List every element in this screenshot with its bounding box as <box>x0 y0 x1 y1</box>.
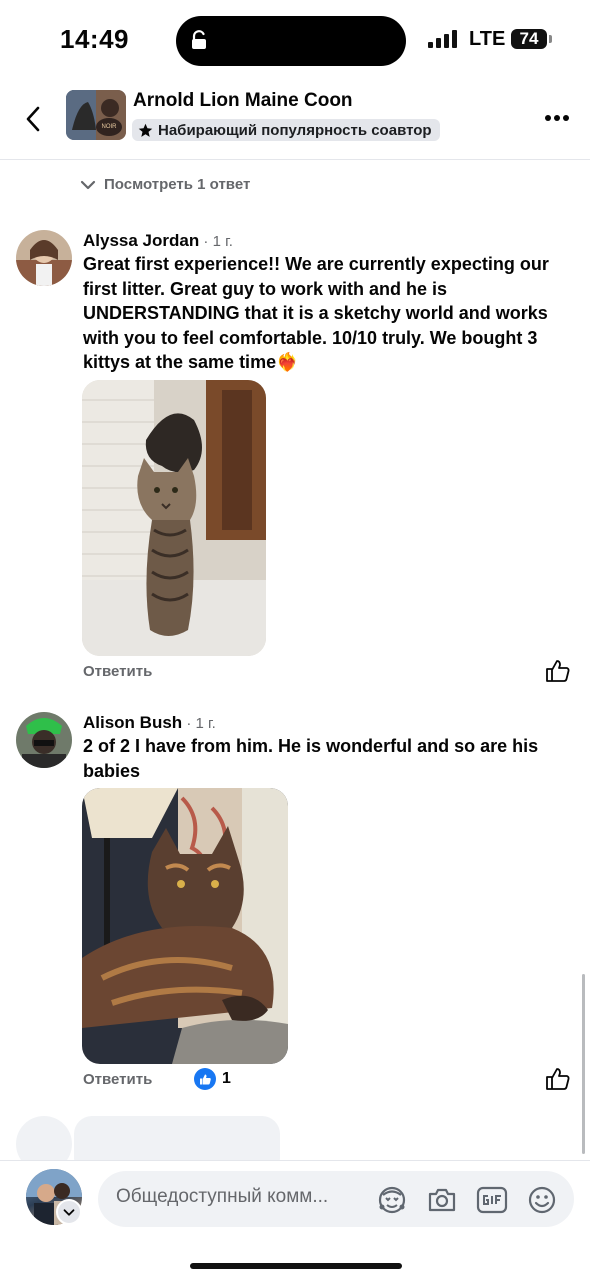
status-time: 14:49 <box>60 24 129 54</box>
dynamic-island <box>176 16 406 66</box>
avatar-image <box>16 230 72 286</box>
comment-avatar[interactable] <box>16 230 72 286</box>
reaction-count-label: 1 <box>222 1070 231 1087</box>
comment-time: · 1 г. <box>199 233 233 250</box>
like-reaction-icon <box>194 1068 216 1090</box>
avatar-image <box>16 712 72 768</box>
account-switch-button[interactable] <box>56 1199 82 1225</box>
emoji-icon[interactable] <box>526 1185 558 1215</box>
home-indicator <box>190 1263 402 1269</box>
status-bar: 14:49 LTE 74 <box>0 0 590 80</box>
comment-composer <box>0 1160 590 1280</box>
avatar-frame-icon[interactable] <box>376 1185 408 1215</box>
more-icon[interactable] <box>544 114 570 122</box>
comment-time: · 1 г. <box>182 715 216 732</box>
cat-photo <box>82 380 266 656</box>
comment-input[interactable] <box>116 1186 366 1208</box>
star-icon <box>138 123 153 137</box>
reply-button[interactable]: Ответить <box>83 1071 152 1088</box>
comment-text: Great first experience!! We are currentl… <box>83 254 549 372</box>
gif-icon[interactable] <box>476 1185 508 1215</box>
view-replies-button[interactable]: Посмотреть 1 ответ <box>80 176 250 193</box>
avatar-logo: NOIR <box>96 118 122 136</box>
like-icon[interactable] <box>545 1067 571 1091</box>
comment-text: 2 of 2 I have from him. He is wonderful … <box>83 736 539 781</box>
comment-box[interactable] <box>98 1171 574 1227</box>
chevron-down-icon <box>63 1208 75 1216</box>
author-name[interactable]: Alison Bush <box>83 713 182 732</box>
role-badge-label: Набирающий популярность соавтор <box>158 121 432 139</box>
chevron-down-icon <box>80 180 96 189</box>
view-replies-label: Посмотреть 1 ответ <box>104 176 251 193</box>
cat-photo <box>82 788 288 1064</box>
comment-author[interactable]: Alison Bush · 1 г. <box>83 713 216 733</box>
page-avatar[interactable]: NOIR <box>66 90 126 140</box>
page-title[interactable]: Arnold Lion Maine Coon <box>133 90 353 112</box>
battery-tip <box>549 35 552 43</box>
back-arrow-icon[interactable] <box>20 102 48 136</box>
page-header: NOIR Arnold Lion Maine Coon Набирающий п… <box>0 80 590 160</box>
reaction-count[interactable]: 1 <box>194 1068 231 1090</box>
signal-icon <box>428 30 457 48</box>
battery-level: 74 <box>511 29 547 49</box>
like-icon[interactable] <box>545 659 571 683</box>
camera-icon[interactable] <box>426 1185 458 1215</box>
scrollbar[interactable] <box>582 974 585 1154</box>
lock-icon <box>192 30 206 49</box>
comment-photo[interactable] <box>82 380 266 656</box>
reply-button[interactable]: Ответить <box>83 663 152 680</box>
author-name[interactable]: Alyssa Jordan <box>83 231 199 250</box>
network-type: LTE <box>469 28 506 50</box>
comment-author[interactable]: Alyssa Jordan · 1 г. <box>83 231 233 251</box>
role-badge: Набирающий популярность соавтор <box>132 119 440 141</box>
comment-avatar[interactable] <box>16 712 72 768</box>
comment-photo[interactable] <box>82 788 288 1064</box>
